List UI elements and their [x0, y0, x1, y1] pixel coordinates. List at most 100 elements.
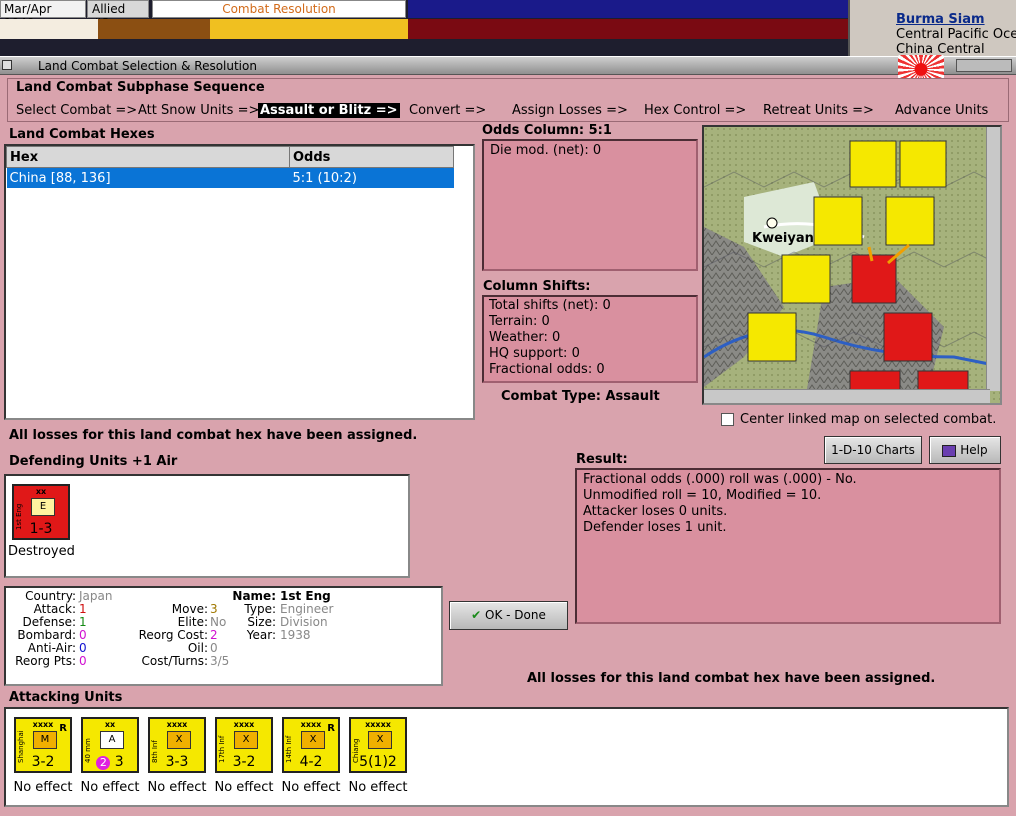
- color-strip-2: [98, 19, 210, 39]
- shift-terrain: Terrain: 0: [489, 314, 550, 329]
- hexes-table: Hex Odds China [88, 136] 5:1 (10:2): [6, 146, 454, 188]
- year-value: 1938: [280, 628, 311, 642]
- defender-counter[interactable]: xx 1st Eng E 1-3: [12, 484, 70, 540]
- mech-symbol-icon: M: [33, 731, 57, 749]
- costturns-label: Cost/Turns:: [141, 654, 208, 668]
- subphase-title: Land Combat Subphase Sequence: [16, 80, 265, 95]
- step-retreat[interactable]: Retreat Units =>: [763, 103, 874, 118]
- impulse-label: Allied #3: [87, 0, 149, 30]
- window-title: Land Combat Selection & Resolution: [38, 59, 257, 73]
- map-hscrollbar[interactable]: [704, 389, 990, 403]
- step-assign-losses[interactable]: Assign Losses =>: [512, 103, 628, 118]
- charts-button[interactable]: 1-D-10 Charts: [824, 436, 922, 464]
- shift-fractional: Fractional odds: 0: [489, 362, 605, 377]
- center-map-checkbox[interactable]: [721, 413, 734, 426]
- map-vscrollbar[interactable]: [986, 127, 1000, 391]
- step-hex-control[interactable]: Hex Control =>: [644, 103, 746, 118]
- unit-details-box: Country: Attack: Defense: Bombard: Anti-…: [4, 586, 443, 686]
- detail-values-2: 3 No 2 0 3/5: [210, 603, 229, 668]
- result-line: Unmodified roll = 10, Modified = 10.: [583, 488, 822, 503]
- step-advance[interactable]: Advance Units: [895, 103, 988, 118]
- attacker-counter[interactable]: xxxx 17th Inf X 3-2: [215, 717, 273, 773]
- reorgpts-value: 0: [79, 654, 87, 668]
- book-icon: [942, 444, 957, 457]
- die-mod-text: Die mod. (net): 0: [490, 143, 602, 158]
- attacker-counter[interactable]: xxxx R 14th Inf X 4-2: [282, 717, 340, 773]
- center-map-label: Center linked map on selected combat.: [740, 412, 997, 427]
- col-odds[interactable]: Odds: [289, 146, 454, 168]
- unit-badge: 2: [96, 756, 111, 770]
- unit-size: xxxxx: [365, 720, 391, 729]
- odds-column-title: Odds Column: 5:1: [482, 123, 612, 138]
- defending-box: xx 1st Eng E 1-3 Destroyed: [4, 474, 410, 578]
- area-list-panel[interactable]: Burma Siam Central Pacific Oce China Cen…: [848, 0, 1016, 58]
- combat-type-label: Combat Type:: [501, 389, 601, 404]
- ok-done-label: OK - Done: [485, 608, 546, 622]
- attacker-counter[interactable]: xxxx R Shanghai M 3-2: [14, 717, 72, 773]
- table-row[interactable]: China [88, 136] 5:1 (10:2): [6, 167, 454, 188]
- hexes-title: Land Combat Hexes: [9, 127, 155, 142]
- result-box: Fractional odds (.000) roll was (.000) -…: [575, 468, 1001, 624]
- result-title: Result:: [576, 452, 628, 467]
- defender-caption: Destroyed: [8, 544, 75, 559]
- window-title-bar[interactable]: Land Combat Selection & Resolution: [0, 56, 1016, 75]
- linked-map[interactable]: Kweiyang: [702, 125, 1002, 405]
- reorgpts-label: Reorg Pts:: [15, 654, 76, 668]
- japan-flag-icon: [898, 55, 944, 79]
- hexes-status: All losses for this land combat hex have…: [9, 428, 418, 443]
- shifts-box: Total shifts (net): 0 Terrain: 0 Weather…: [482, 295, 698, 383]
- help-button-label: Help: [960, 443, 988, 457]
- map-canvas: Kweiyang: [704, 127, 1000, 403]
- help-button[interactable]: Help: [929, 436, 1001, 464]
- turn-date: Mar/Apr 1940: [0, 0, 86, 30]
- map-city-label: Kweiyang: [752, 231, 823, 246]
- unit-strength: 4-2: [299, 754, 323, 770]
- detail-labels-1: Country: Attack: Defense: Bombard: Anti-…: [6, 590, 76, 668]
- window-controls-icon[interactable]: [956, 59, 1012, 72]
- attacking-box: xxxx R Shanghai M 3-2 No effect xx 40 mm…: [4, 707, 1009, 807]
- shift-hq: HQ support: 0: [489, 346, 580, 361]
- step-assault-blitz[interactable]: Assault or Blitz =>: [258, 103, 400, 118]
- combat-type-value: Assault: [605, 389, 660, 404]
- ok-done-button[interactable]: ✔ OK - Done: [449, 601, 568, 630]
- column-shifts-title: Column Shifts:: [483, 279, 591, 294]
- infantry-symbol-icon: X: [167, 731, 191, 749]
- result-line: Attacker loses 0 units.: [583, 504, 728, 519]
- color-strip-4: [408, 19, 848, 39]
- unit-size: xxxx: [233, 720, 255, 729]
- unit-strength: 3-2: [232, 754, 256, 770]
- color-strip-3: [210, 19, 408, 39]
- attacker-counter[interactable]: xxxx 8th Inf X 3-3: [148, 717, 206, 773]
- detail-labels-3: Name: Type: Size: Year:: [228, 590, 276, 642]
- attacker-caption: No effect: [214, 780, 274, 795]
- hex-cell[interactable]: China [88, 136]: [6, 167, 290, 188]
- attacker-caption: No effect: [13, 780, 73, 795]
- defending-title: Defending Units +1 Air: [9, 454, 178, 469]
- area-item[interactable]: Central Pacific Oce: [896, 27, 1016, 42]
- unit-strength-group: 2 3: [83, 754, 137, 770]
- phase-label: Combat Resolution: [152, 0, 406, 18]
- detail-labels-2: Move: Elite: Reorg Cost: Oil: Cost/Turns…: [116, 603, 208, 668]
- unit-strength: 1-3: [29, 521, 53, 537]
- unit-strength: 5(1)2: [359, 754, 397, 770]
- attacker-caption: No effect: [147, 780, 207, 795]
- col-hex[interactable]: Hex: [6, 146, 290, 168]
- window-menu-icon[interactable]: [2, 60, 12, 70]
- infantry-symbol-icon: X: [368, 731, 392, 749]
- odds-cell[interactable]: 5:1 (10:2): [289, 167, 454, 188]
- step-convert[interactable]: Convert =>: [409, 103, 486, 118]
- costturns-value: 3/5: [210, 654, 230, 668]
- year-label: Year:: [246, 628, 276, 642]
- attacker-counter[interactable]: xxxxx Chiang X 5(1)2: [349, 717, 407, 773]
- combat-type: Combat Type: Assault: [501, 389, 660, 404]
- die-mod-box: Die mod. (net): 0: [482, 139, 698, 271]
- attacking-title: Attacking Units: [9, 690, 123, 705]
- attacker-caption: No effect: [348, 780, 408, 795]
- step-select-combat[interactable]: Select Combat =>: [16, 103, 137, 118]
- area-item[interactable]: Burma Siam: [896, 12, 1016, 27]
- phase-bar: [408, 0, 848, 18]
- unit-flag: R: [327, 723, 335, 734]
- infantry-symbol-icon: X: [301, 731, 325, 749]
- step-att-snow[interactable]: Att Snow Units =>: [138, 103, 259, 118]
- attacker-counter[interactable]: xx 40 mm A 2 3: [81, 717, 139, 773]
